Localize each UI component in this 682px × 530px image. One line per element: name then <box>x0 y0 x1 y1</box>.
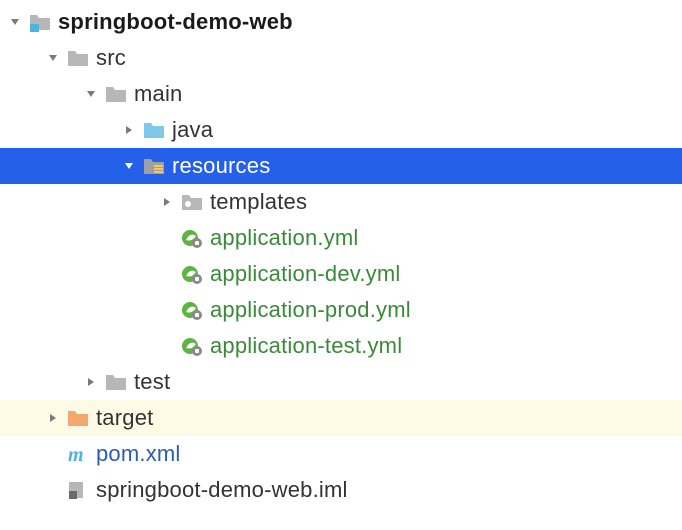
module-file-icon <box>66 480 90 500</box>
expand-arrow-icon[interactable] <box>82 85 100 103</box>
tree-row-iml[interactable]: springboot-demo-web.iml <box>0 472 682 508</box>
spring-config-icon <box>180 264 204 284</box>
tree-row-java[interactable]: java <box>0 112 682 148</box>
tree-label: application-dev.yml <box>210 261 400 287</box>
tree-label: application.yml <box>210 225 359 251</box>
excluded-folder-icon <box>66 408 90 428</box>
tree-label: application-test.yml <box>210 333 402 359</box>
expand-arrow-icon[interactable] <box>44 49 62 67</box>
folder-icon <box>180 192 204 212</box>
tree-label: test <box>134 369 170 395</box>
collapse-arrow-icon[interactable] <box>120 121 138 139</box>
tree-row-root[interactable]: springboot-demo-web <box>0 4 682 40</box>
tree-label: src <box>96 45 126 71</box>
collapse-arrow-icon[interactable] <box>82 373 100 391</box>
project-tree: springboot-demo-web src main java <box>0 0 682 508</box>
tree-label: resources <box>172 153 270 179</box>
tree-row-resources[interactable]: resources <box>0 148 682 184</box>
expand-arrow-icon[interactable] <box>6 13 24 31</box>
tree-row-src[interactable]: src <box>0 40 682 76</box>
tree-label: java <box>172 117 213 143</box>
folder-icon <box>104 84 128 104</box>
tree-row-file-app-dev[interactable]: application-dev.yml <box>0 256 682 292</box>
spring-config-icon <box>180 300 204 320</box>
tree-row-target[interactable]: target <box>0 400 682 436</box>
spring-config-icon <box>180 228 204 248</box>
tree-row-templates[interactable]: templates <box>0 184 682 220</box>
folder-icon <box>66 48 90 68</box>
spring-config-icon <box>180 336 204 356</box>
svg-text:m: m <box>68 444 84 464</box>
folder-icon <box>104 372 128 392</box>
tree-row-pom[interactable]: m pom.xml <box>0 436 682 472</box>
module-folder-icon <box>28 12 52 32</box>
expand-arrow-icon[interactable] <box>120 157 138 175</box>
maven-icon: m <box>66 444 90 464</box>
tree-label: application-prod.yml <box>210 297 411 323</box>
collapse-arrow-icon[interactable] <box>44 409 62 427</box>
tree-row-main[interactable]: main <box>0 76 682 112</box>
tree-label: target <box>96 405 153 431</box>
tree-row-file-app-yml[interactable]: application.yml <box>0 220 682 256</box>
tree-row-file-app-test[interactable]: application-test.yml <box>0 328 682 364</box>
resources-folder-icon <box>142 156 166 176</box>
collapse-arrow-icon[interactable] <box>158 193 176 211</box>
tree-label: springboot-demo-web <box>58 9 293 35</box>
tree-row-test[interactable]: test <box>0 364 682 400</box>
tree-row-file-app-prod[interactable]: application-prod.yml <box>0 292 682 328</box>
tree-label: pom.xml <box>96 441 181 467</box>
tree-label: templates <box>210 189 307 215</box>
tree-label: main <box>134 81 183 107</box>
tree-label: springboot-demo-web.iml <box>96 477 348 503</box>
source-folder-icon <box>142 120 166 140</box>
